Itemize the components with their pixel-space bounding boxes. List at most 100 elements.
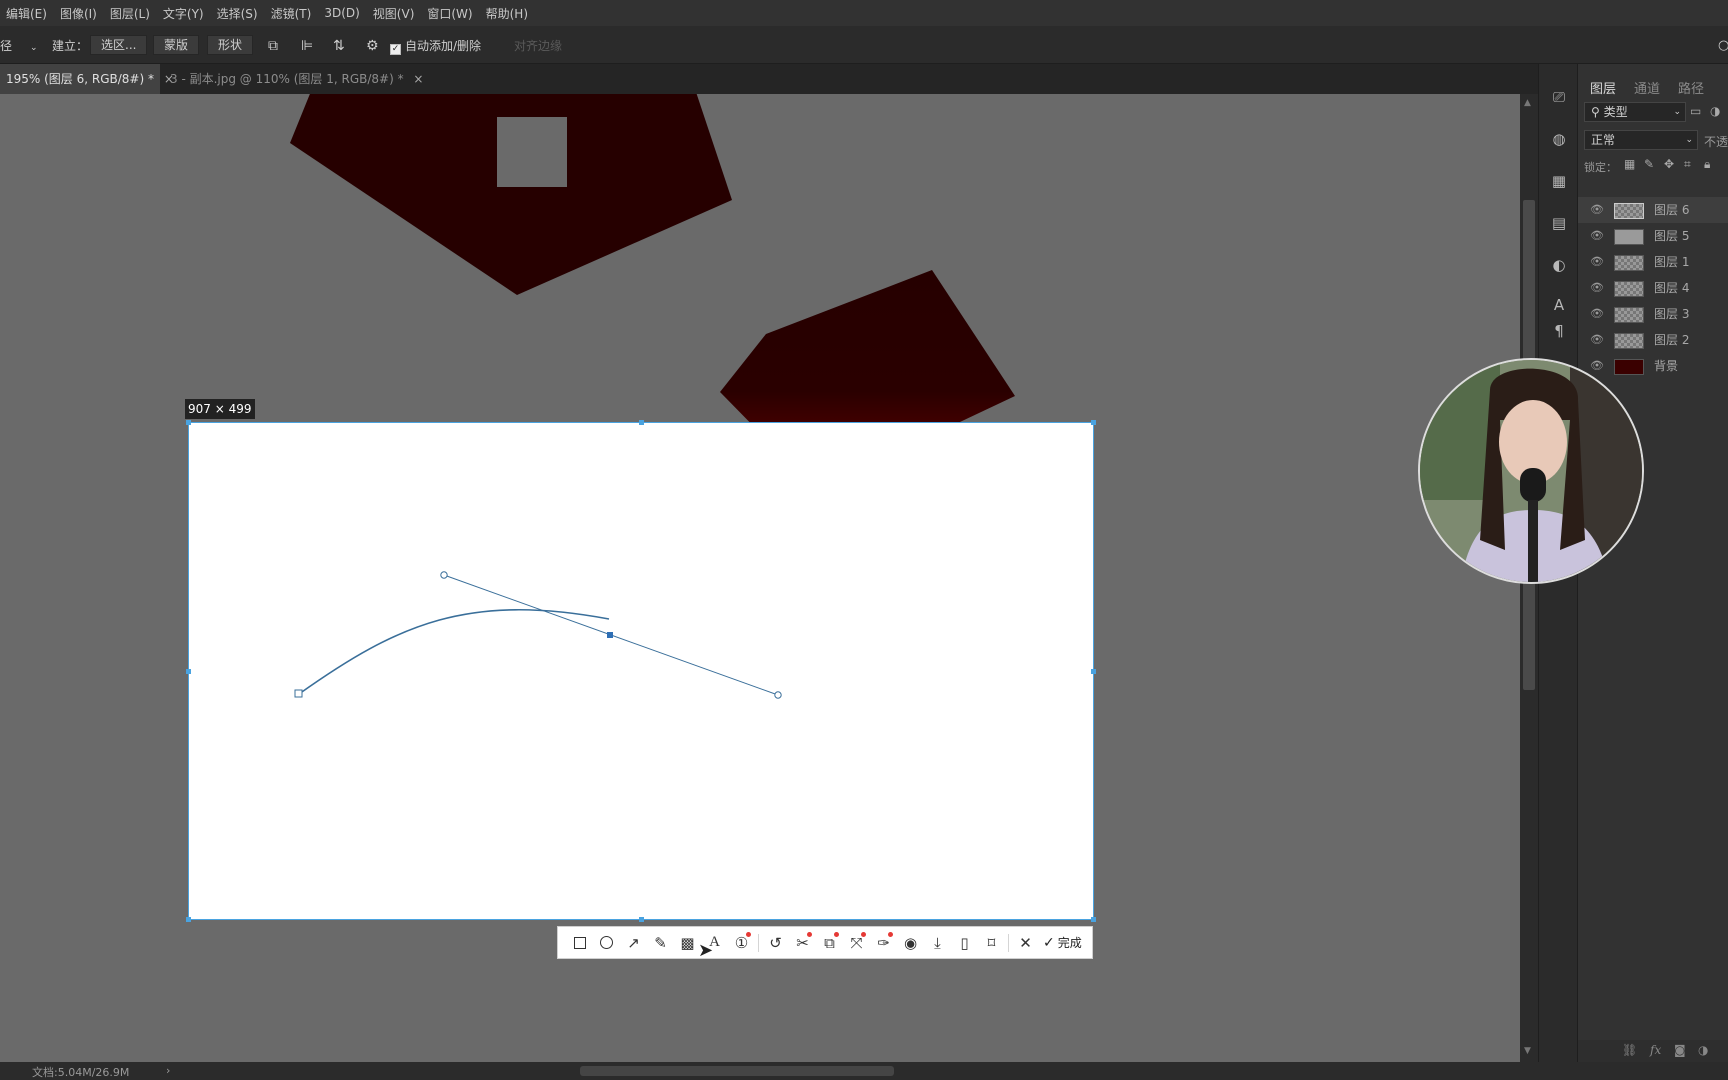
mask-button[interactable]: 蒙版 xyxy=(153,35,200,55)
menu-layer[interactable]: 图层(L) xyxy=(104,5,157,22)
document-size-info: 文档:5.04M/26.9M xyxy=(32,1066,130,1079)
screenshot-selection[interactable] xyxy=(186,420,1096,922)
menu-select[interactable]: 选择(S) xyxy=(211,5,265,22)
layer-filter-select[interactable]: ⚲ 类型 ⌄ xyxy=(1584,102,1686,122)
adjustments-icon[interactable]: ◐ xyxy=(1550,256,1568,274)
resize-handle-ne[interactable] xyxy=(1091,420,1096,425)
pin-tool[interactable]: ✑ xyxy=(870,929,897,956)
adjustment-filter-icon[interactable]: ◑ xyxy=(1710,104,1720,118)
ellipse-tool[interactable] xyxy=(593,929,620,956)
anchor-point-start[interactable] xyxy=(294,689,303,698)
character-icon[interactable]: A xyxy=(1550,296,1568,314)
visibility-eye-icon[interactable]: 👁︎ xyxy=(1590,197,1604,223)
auto-add-delete-checkbox[interactable]: ✓ 自动添加/删除 xyxy=(390,36,481,56)
phone-button[interactable]: ▯ xyxy=(951,929,978,956)
visibility-eye-icon[interactable]: 👁︎ xyxy=(1590,327,1604,353)
horizontal-scroll-thumb[interactable] xyxy=(580,1066,894,1076)
scroll-up-icon[interactable]: ▲ xyxy=(1524,98,1531,108)
menu-window[interactable]: 窗口(W) xyxy=(421,5,479,22)
layer-row[interactable]: 👁︎ 图层 1 xyxy=(1578,249,1728,275)
resize-handle-se[interactable] xyxy=(1091,917,1096,922)
arrow-tool[interactable]: ↗ xyxy=(620,929,647,956)
align-edges-option[interactable]: 对齐边缘 xyxy=(514,36,562,56)
resize-handle-n[interactable] xyxy=(639,420,644,425)
visibility-eye-icon[interactable]: 👁︎ xyxy=(1590,249,1604,275)
lock-all-icon[interactable]: 🔒︎ xyxy=(1704,157,1710,172)
chevron-right-icon[interactable]: › xyxy=(166,1064,170,1077)
selection-button[interactable]: 选区... xyxy=(90,35,148,55)
record-button[interactable]: ◉ xyxy=(897,929,924,956)
add-mask-icon[interactable]: ◙ xyxy=(1674,1043,1686,1057)
visibility-eye-icon[interactable]: 👁︎ xyxy=(1590,223,1604,249)
menu-edit[interactable]: 编辑(E) xyxy=(0,5,54,22)
color-palette-icon[interactable]: ◍ xyxy=(1550,130,1568,148)
direction-handle-right[interactable] xyxy=(774,691,782,699)
direction-handle-left[interactable] xyxy=(440,571,448,579)
resize-handle-w[interactable] xyxy=(186,669,191,674)
image-filter-icon[interactable]: ▭ xyxy=(1690,104,1701,118)
download-button[interactable]: ⤓ xyxy=(924,929,951,956)
layer-row[interactable]: 👁︎ 图层 4 xyxy=(1578,275,1728,301)
done-button[interactable]: ✓ 完成 xyxy=(1043,934,1082,951)
menu-type[interactable]: 文字(Y) xyxy=(157,5,211,22)
blend-mode-select[interactable]: 正常 ⌄ xyxy=(1584,130,1698,150)
fx-button[interactable]: fx xyxy=(1650,1043,1661,1057)
libraries-icon[interactable]: ▤ xyxy=(1550,214,1568,232)
resize-handle-sw[interactable] xyxy=(186,917,191,922)
shape-button[interactable]: 形状 xyxy=(207,35,254,55)
anchor-point-selected[interactable] xyxy=(607,632,613,638)
layer-row[interactable]: 👁︎ 图层 3 xyxy=(1578,301,1728,327)
lock-transparent-icon[interactable]: ▦ xyxy=(1624,157,1635,171)
lock-image-brush-icon[interactable]: ✎ xyxy=(1644,157,1654,171)
record-icon: ◉ xyxy=(903,933,918,952)
translate-tool[interactable]: ⧉ xyxy=(816,929,843,956)
visibility-eye-icon[interactable]: 👁︎ xyxy=(1590,301,1604,327)
paragraph-icon[interactable]: ¶ xyxy=(1550,322,1568,340)
close-icon[interactable]: × xyxy=(413,72,423,86)
menu-view[interactable]: 视图(V) xyxy=(367,5,422,22)
pencil-tool[interactable]: ✎ xyxy=(647,929,674,956)
layer-row[interactable]: 👁︎ 图层 5 xyxy=(1578,223,1728,249)
resize-handle-nw[interactable] xyxy=(186,420,191,425)
visibility-eye-icon[interactable]: 👁︎ xyxy=(1590,275,1604,301)
menu-3d[interactable]: 3D(D) xyxy=(318,6,366,20)
lock-artboard-icon[interactable]: ⌗ xyxy=(1684,157,1691,172)
path-arrangement-icon[interactable]: ⇅ xyxy=(333,36,345,56)
layer-row[interactable]: 👁︎ 图层 2 xyxy=(1578,327,1728,353)
lock-position-icon[interactable]: ✥ xyxy=(1664,157,1674,171)
scroll-down-icon[interactable]: ▼ xyxy=(1524,1046,1531,1056)
layer-row[interactable]: 👁︎ 图层 6 xyxy=(1578,197,1728,223)
auto-add-delete-label: 自动添加/删除 xyxy=(405,39,482,53)
resize-handle-s[interactable] xyxy=(639,917,644,922)
search-icon[interactable]: ○ xyxy=(1718,36,1728,56)
menu-image[interactable]: 图像(I) xyxy=(54,5,104,22)
rectangle-tool[interactable] xyxy=(566,929,593,956)
tool-mode-select[interactable]: 径 ⌄ xyxy=(0,36,38,56)
webcam-overlay xyxy=(1418,358,1644,584)
new-badge-dot xyxy=(888,932,893,937)
path-alignment-icon[interactable]: ⊫ xyxy=(301,36,313,56)
tab-layers[interactable]: 图层 xyxy=(1590,78,1616,97)
cancel-button[interactable]: ✕ xyxy=(1012,929,1039,956)
link-layers-icon[interactable]: ⛓︎ xyxy=(1622,1043,1637,1057)
layer-name: 图层 6 xyxy=(1654,203,1690,217)
tab-copy-document[interactable]: 3 - 副本.jpg @ 110% (图层 1, RGB/8#) * × xyxy=(164,64,429,94)
adjustment-layer-icon[interactable]: ◑ xyxy=(1698,1043,1708,1057)
menu-help[interactable]: 帮助(H) xyxy=(480,5,535,22)
tab-active-document[interactable]: 195% (图层 6, RGB/8#) * × xyxy=(0,64,174,94)
tab-paths[interactable]: 路径 xyxy=(1678,78,1704,97)
layer-row[interactable]: 👁︎ 背景 xyxy=(1578,353,1728,379)
tab-channels[interactable]: 通道 xyxy=(1634,78,1660,97)
history-icon[interactable]: ⎚ xyxy=(1550,88,1568,106)
resize-tool[interactable]: ⤧ xyxy=(843,929,870,956)
number-tool[interactable]: ① xyxy=(728,929,755,956)
gear-icon[interactable]: ⚙ xyxy=(366,36,379,56)
mosaic-tool[interactable]: ▩ xyxy=(674,929,701,956)
swatches-grid-icon[interactable]: ▦ xyxy=(1550,172,1568,190)
bookmark-button[interactable]: ⌑ xyxy=(978,929,1005,956)
resize-handle-e[interactable] xyxy=(1091,669,1096,674)
cutout-tool[interactable]: ✂ xyxy=(789,929,816,956)
undo-button[interactable]: ↺ xyxy=(762,929,789,956)
path-operations-icon[interactable]: ⧉ xyxy=(268,36,278,56)
menu-filter[interactable]: 滤镜(T) xyxy=(265,5,319,22)
